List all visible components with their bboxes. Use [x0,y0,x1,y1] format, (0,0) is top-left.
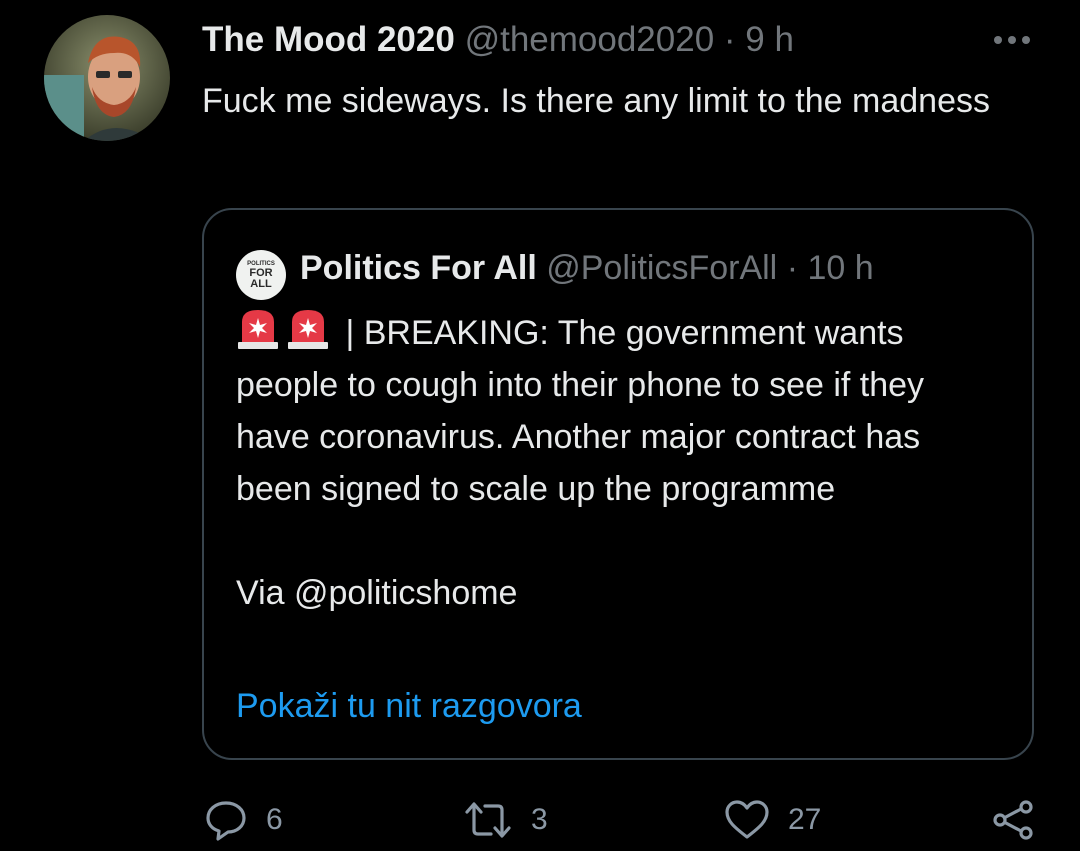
show-thread-link[interactable]: Pokaži tu nit razgovora [236,684,582,728]
retweet-count: 3 [531,803,548,836]
quoted-tweet-text: 🚨🚨 | BREAKING: The government wants peop… [236,306,996,619]
avatar-logo-text-for: FOR [249,266,273,279]
separator-dot: · [723,20,736,59]
share-icon [993,800,1033,840]
retweet-button[interactable]: 3 [463,798,548,842]
tweet-header: The Mood 2020 @themood2020 · 9 h [202,17,794,63]
quoted-tweet-time: 10 h [807,249,874,287]
tweet-text: Fuck me sideways. Is there any limit to … [202,82,990,120]
quoted-tweet-via: Via @politicshome [236,574,518,612]
author-handle[interactable]: @themood2020 [465,20,715,59]
quoted-tweet-body: | BREAKING: The government wants people … [236,314,925,508]
tweet-time[interactable]: 9 h [745,20,794,59]
quoted-tweet-header: Politics For All @PoliticsForAll · 10 h [300,246,874,290]
avatar-logo-text-all: ALL [250,277,272,290]
siren-icon [238,310,278,349]
author-avatar[interactable] [44,15,170,141]
like-count: 27 [788,803,822,836]
siren-icon [288,310,328,349]
retweet-icon [465,802,511,838]
more-options-button[interactable] [990,22,1034,58]
quoted-author-avatar[interactable]: POLITICS FOR ALL [236,250,286,300]
more-horizontal-icon [994,36,1030,44]
quoted-author-name: Politics For All [300,249,537,287]
reply-button[interactable]: 6 [204,798,283,842]
like-button[interactable]: 27 [724,798,821,842]
author-name[interactable]: The Mood 2020 [202,20,455,59]
avatar-image [44,15,170,141]
separator-dot: · [786,249,799,287]
share-button[interactable] [990,798,1036,842]
quoted-tweet-card[interactable]: POLITICS FOR ALL Politics For All @Polit… [202,208,1034,760]
heart-icon [725,800,769,839]
quoted-author-handle: @PoliticsForAll [546,249,778,287]
reply-count: 6 [266,803,283,836]
reply-icon [206,801,246,841]
